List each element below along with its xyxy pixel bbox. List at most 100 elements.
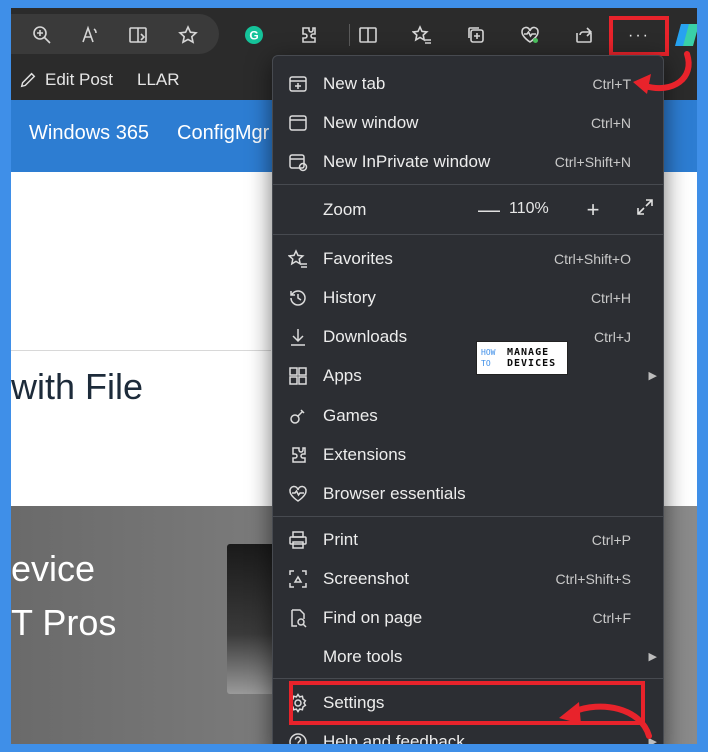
menu-item-label: Find on page <box>323 607 423 627</box>
howtomanagedevices-logo: HOW TO MANAGE DEVICES <box>476 341 568 375</box>
screenshot-icon <box>287 568 309 590</box>
logo-manage: MANAGE <box>507 347 550 358</box>
nav-item-windows-365[interactable]: Windows 365 <box>29 122 149 145</box>
logo-small-text: HOW TO <box>481 347 503 369</box>
grammarly-icon[interactable]: G <box>239 20 269 50</box>
share-icon[interactable] <box>569 20 599 50</box>
menu-item-label: New window <box>323 112 419 132</box>
browser-essentials-icon[interactable] <box>515 20 545 50</box>
new-window-icon <box>287 112 309 134</box>
favorite-star-icon[interactable] <box>173 20 203 50</box>
menu-item-new-tab[interactable]: New tab Ctrl+T <box>273 64 663 103</box>
menu-item-label: Favorites <box>323 248 393 268</box>
zoom-row: Zoom — 110% + <box>273 188 663 232</box>
menu-item-new-inprivate-window[interactable]: New InPrivate window Ctrl+Shift+N <box>273 142 663 181</box>
logo-devices: DEVICES <box>507 358 557 369</box>
logo-to: TO <box>481 359 491 368</box>
apps-icon <box>287 365 309 387</box>
read-aloud-icon[interactable] <box>75 20 105 50</box>
divider <box>11 350 271 351</box>
svg-text:G: G <box>249 29 258 43</box>
menu-item-label: History <box>323 287 376 307</box>
menu-item-label: Print <box>323 529 358 549</box>
menu-item-shortcut: Ctrl+F <box>592 609 632 626</box>
split-screen-icon[interactable] <box>353 20 383 50</box>
menu-item-label: Screenshot <box>323 568 409 588</box>
menu-item-label: Apps <box>323 365 362 385</box>
menu-item-new-window[interactable]: New window Ctrl+N <box>273 103 663 142</box>
download-icon <box>287 326 309 348</box>
menu-item-games[interactable]: Games <box>273 396 663 435</box>
article-title: with File <box>11 366 144 407</box>
nav-item-configmgr[interactable]: ConfigMgr <box>177 122 269 145</box>
printer-icon <box>287 529 309 551</box>
submenu-arrow-icon: ▶ <box>648 651 657 663</box>
fav-edit-post-label: Edit Post <box>45 70 114 89</box>
fav-edit-post[interactable]: Edit Post <box>19 70 113 90</box>
menu-item-apps[interactable]: Apps ▶ <box>273 356 663 395</box>
fav-llar-label: LLAR <box>137 70 180 89</box>
history-icon <box>287 287 309 309</box>
copilot-icon[interactable] <box>673 20 697 50</box>
menu-item-find-on-page[interactable]: Find on page Ctrl+F <box>273 598 663 637</box>
red-arrow-annotation-bottom <box>559 702 652 739</box>
menu-item-label: Extensions <box>323 444 407 464</box>
menu-item-label: New tab <box>323 73 386 93</box>
menu-item-shortcut: Ctrl+Shift+N <box>554 153 631 170</box>
menu-item-shortcut: Ctrl+H <box>590 289 631 306</box>
menu-item-label: Downloads <box>323 326 408 346</box>
menu-item-favorites[interactable]: Favorites Ctrl+Shift+O <box>273 239 663 278</box>
find-icon <box>287 607 309 629</box>
menu-divider <box>273 234 663 235</box>
menu-divider <box>273 184 663 185</box>
inprivate-icon <box>287 151 309 173</box>
zoom-in-button[interactable]: + <box>579 196 607 224</box>
logo-large-text: MANAGE DEVICES <box>507 347 556 369</box>
menu-divider <box>273 678 663 679</box>
collections-icon[interactable] <box>461 20 491 50</box>
menu-divider <box>273 516 663 517</box>
menu-item-shortcut: Ctrl+N <box>590 114 631 131</box>
menu-item-label: New InPrivate window <box>323 151 491 171</box>
extensions-icon <box>287 444 309 466</box>
menu-item-print[interactable]: Print Ctrl+P <box>273 520 663 559</box>
zoom-label: Zoom <box>323 200 367 219</box>
menu-item-shortcut: Ctrl+Shift+S <box>555 570 631 587</box>
red-arrow-annotation-top <box>633 51 692 94</box>
menu-item-shortcut: Ctrl+P <box>591 531 631 548</box>
menu-item-browser-essentials[interactable]: Browser essentials <box>273 474 663 513</box>
logo-how: HOW <box>481 348 496 357</box>
browser-window: G ··· Edit Post LLAR Windows 365 ConfigM… <box>11 8 697 744</box>
menu-item-screenshot[interactable]: Screenshot Ctrl+Shift+S <box>273 559 663 598</box>
toolbar-separator <box>349 24 350 46</box>
games-icon <box>287 405 309 427</box>
menu-item-more-tools[interactable]: More tools ▶ <box>273 637 663 676</box>
zoom-value: 110% <box>509 200 549 217</box>
pencil-icon <box>20 72 36 88</box>
heart-pulse-icon <box>287 483 309 505</box>
extensions-icon[interactable] <box>293 20 323 50</box>
hero-line-2: T Pros <box>11 602 117 643</box>
hero-line-1: evice <box>11 548 96 589</box>
immersive-reader-icon[interactable] <box>123 20 153 50</box>
fav-llar[interactable]: LLAR <box>137 70 180 90</box>
menu-item-extensions[interactable]: Extensions <box>273 435 663 474</box>
zoom-out-button[interactable]: — <box>475 196 503 224</box>
settings-and-more-menu: New tab Ctrl+T New window Ctrl+N New InP… <box>272 55 664 744</box>
browser-toolbar: G ··· <box>11 8 697 62</box>
menu-item-label: Help and feedback <box>323 731 465 745</box>
submenu-arrow-icon: ▶ <box>648 370 657 382</box>
zoom-in-icon[interactable] <box>27 20 57 50</box>
menu-item-label: Browser essentials <box>323 483 466 503</box>
new-tab-icon <box>287 73 309 95</box>
menu-item-history[interactable]: History Ctrl+H <box>273 278 663 317</box>
favorites-icon <box>287 248 309 270</box>
menu-item-label: More tools <box>323 646 403 666</box>
menu-item-shortcut: Ctrl+Shift+O <box>553 250 631 267</box>
menu-item-shortcut: Ctrl+J <box>594 328 631 345</box>
favorites-icon[interactable] <box>407 20 437 50</box>
fullscreen-icon[interactable] <box>631 196 659 224</box>
menu-item-downloads[interactable]: Downloads Ctrl+J <box>273 317 663 356</box>
menu-item-label: Games <box>323 405 378 425</box>
help-icon <box>287 731 309 744</box>
